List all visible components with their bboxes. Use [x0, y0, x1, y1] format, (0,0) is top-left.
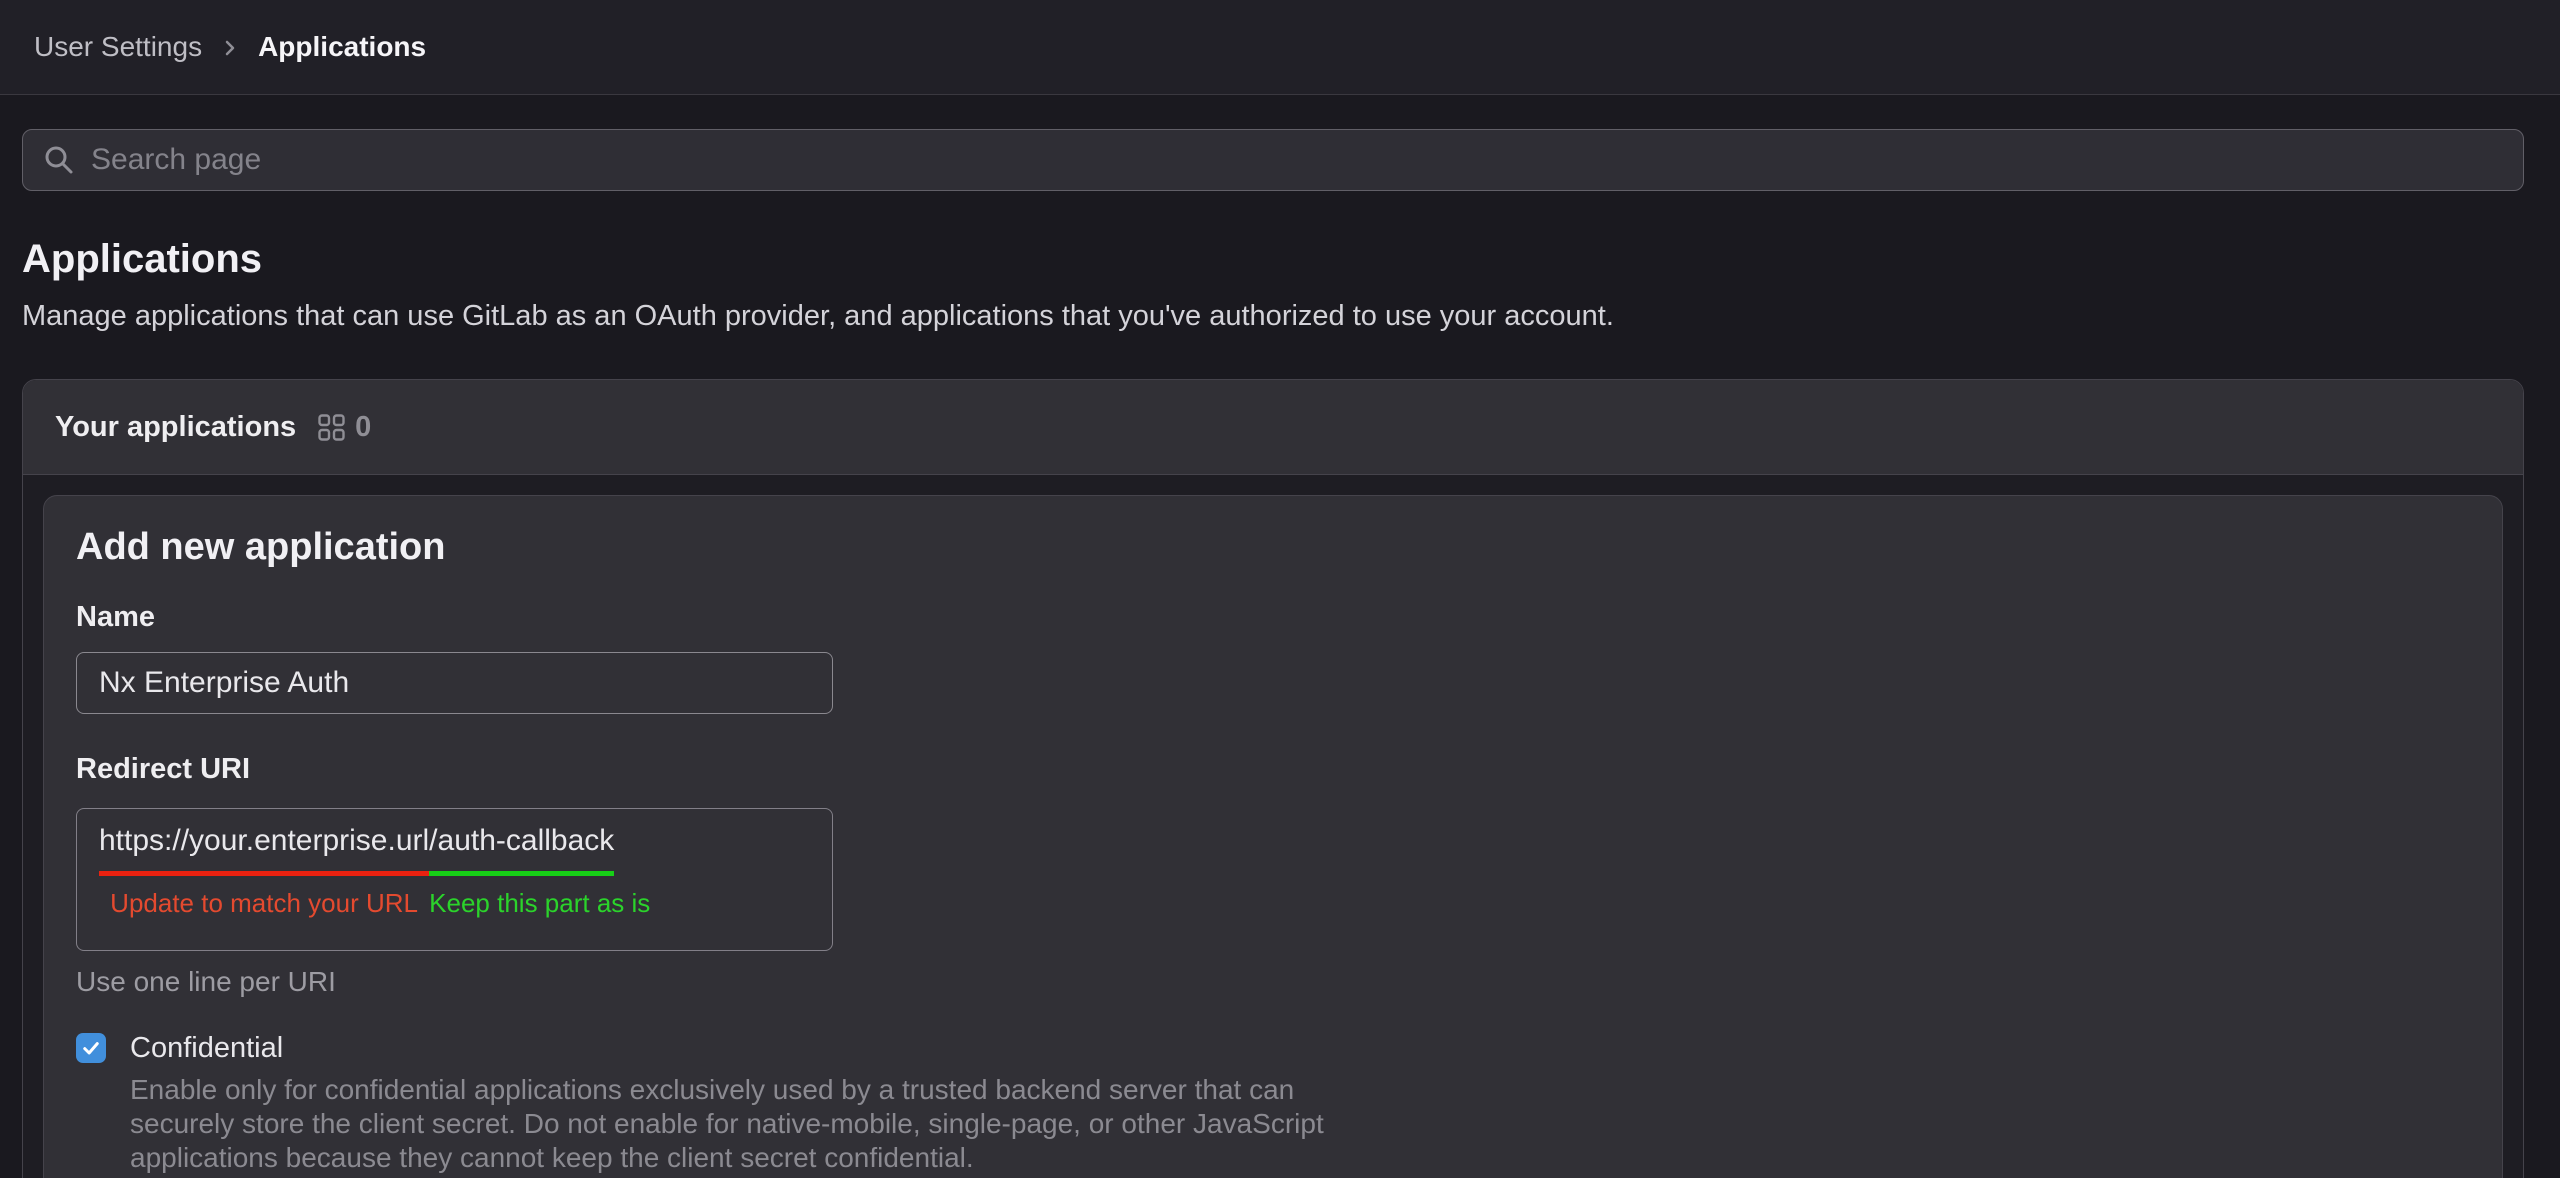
breadcrumb-applications: Applications	[258, 31, 426, 63]
redirect-uri-label: Redirect URI	[76, 752, 2470, 786]
confidential-label[interactable]: Confidential	[130, 1033, 283, 1063]
form-title: Add new application	[76, 524, 2470, 570]
search-icon	[43, 144, 75, 176]
your-applications-header: Your applications 0	[23, 380, 2523, 475]
page-title: Applications	[22, 235, 2524, 283]
your-applications-section: Your applications 0 Add new application …	[22, 379, 2524, 1178]
breadcrumb-bar: User Settings Applications	[0, 0, 2560, 95]
your-applications-body: Add new application Name Redirect URI ht…	[23, 475, 2523, 1178]
confidential-row: Confidential	[76, 1033, 2470, 1063]
redirect-uri-value: https://your.enterprise.url Update to ma…	[99, 823, 810, 918]
uri-part-host: https://your.enterprise.url	[99, 823, 429, 876]
your-applications-title: Your applications	[55, 411, 296, 444]
add-application-form: Add new application Name Redirect URI ht…	[43, 495, 2503, 1178]
uri-annotation-update: Update to match your URL	[110, 888, 418, 918]
search-bar[interactable]	[22, 129, 2524, 191]
confidential-help-text: Enable only for confidential application…	[130, 1073, 1355, 1175]
breadcrumb-user-settings[interactable]: User Settings	[34, 31, 202, 63]
chevron-right-icon	[220, 38, 240, 58]
redirect-uri-textarea[interactable]: https://your.enterprise.url Update to ma…	[76, 808, 833, 951]
confidential-checkbox[interactable]	[76, 1033, 106, 1063]
check-icon	[81, 1038, 101, 1058]
uri-part-callback: /auth-callback	[429, 823, 614, 876]
name-label: Name	[76, 600, 2470, 634]
application-name-input[interactable]	[76, 652, 833, 714]
search-input[interactable]	[89, 142, 2503, 178]
applications-grid-icon	[318, 414, 345, 441]
redirect-uri-help: Use one line per URI	[76, 965, 2470, 999]
main-content: Applications Manage applications that ca…	[0, 129, 2560, 1178]
applications-count-badge: 0	[355, 411, 371, 444]
page-description: Manage applications that can use GitLab …	[22, 299, 2524, 333]
uri-annotation-keep: Keep this part as is	[429, 888, 650, 918]
breadcrumb: User Settings Applications	[34, 31, 426, 63]
